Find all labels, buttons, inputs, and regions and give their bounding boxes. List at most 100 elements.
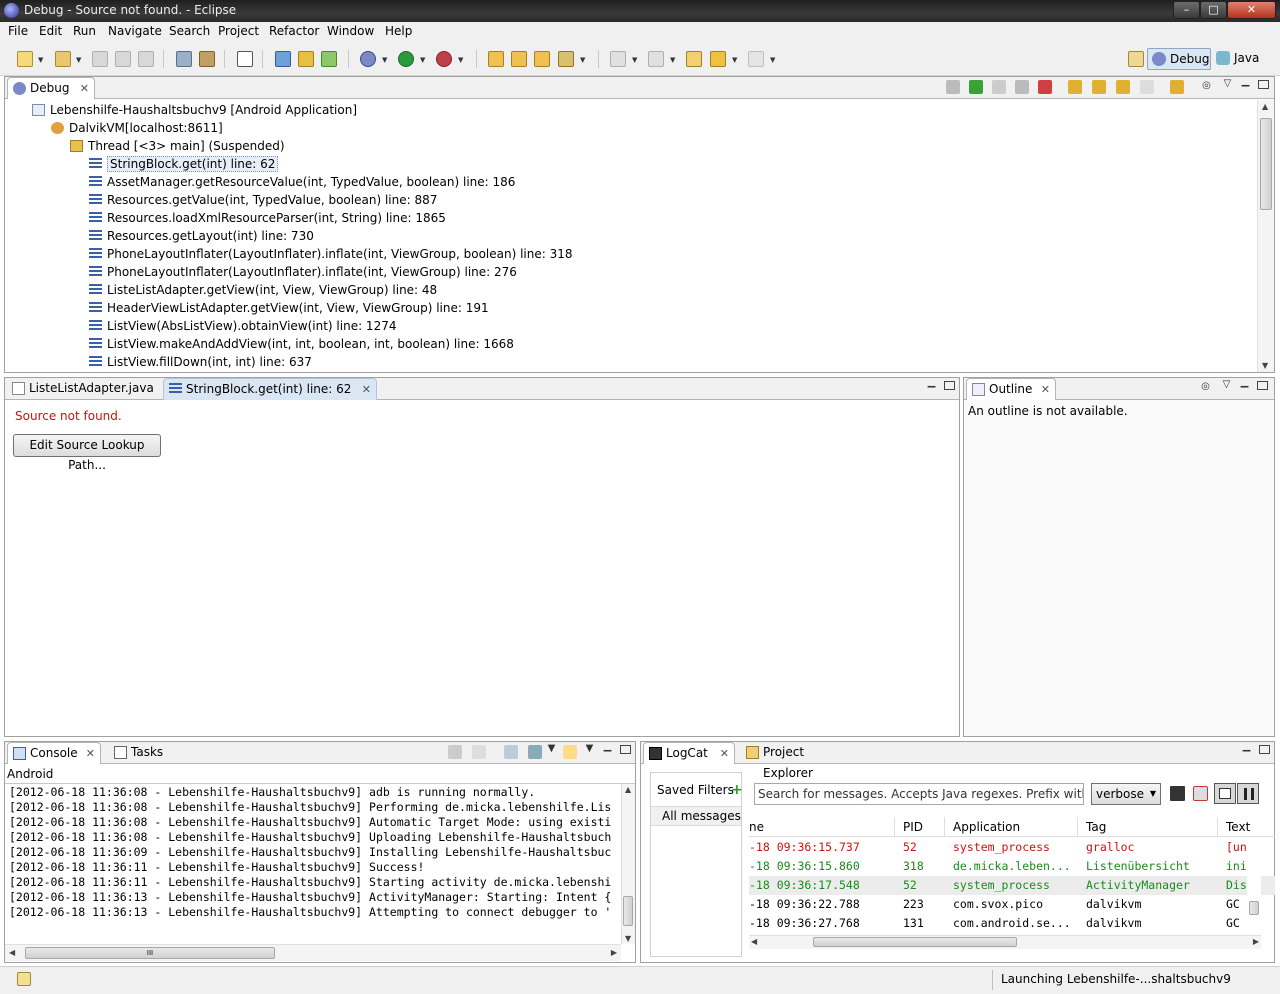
scroll-right-arrow-icon[interactable]: ▶ xyxy=(1253,937,1259,946)
save-icon[interactable] xyxy=(92,51,108,67)
scroll-left-arrow-icon[interactable]: ◀ xyxy=(9,948,15,957)
resume-icon[interactable] xyxy=(969,80,983,94)
menu-file[interactable]: File xyxy=(8,24,28,38)
clear-log-icon[interactable] xyxy=(1193,786,1208,801)
terminate-icon[interactable] xyxy=(1015,80,1029,94)
logcat-row[interactable]: -18 09:36:15.860 318 de.micka.leben... List… xyxy=(749,857,1275,876)
back-arrow-icon[interactable] xyxy=(710,51,726,67)
chevron-down-icon[interactable]: ▼ xyxy=(420,56,425,64)
clear-console-icon[interactable] xyxy=(448,745,462,759)
stack-frame[interactable]: ListeListAdapter.getView(int, View, View… xyxy=(89,281,437,299)
chevron-down-icon[interactable]: ▼ xyxy=(584,744,595,755)
close-icon[interactable]: ✕ xyxy=(80,78,89,99)
close-icon[interactable]: ✕ xyxy=(86,743,95,764)
previous-annotation-icon[interactable] xyxy=(648,51,664,67)
column-application[interactable]: Application xyxy=(953,817,1020,837)
new-package-icon[interactable] xyxy=(55,51,71,67)
scroll-up-arrow-icon[interactable]: ▲ xyxy=(625,785,631,794)
maximize-button[interactable]: □ xyxy=(1200,1,1227,19)
logcat-row[interactable]: -18 09:36:22.788 223 com.svox.pico dalvikvm… xyxy=(749,895,1275,914)
display-console-icon[interactable] xyxy=(528,745,542,759)
menu-help[interactable]: Help xyxy=(385,24,412,38)
perspective-java[interactable]: Java xyxy=(1212,48,1262,70)
tab-logcat[interactable]: LogCat ✕ xyxy=(643,742,735,764)
menu-search[interactable]: Search xyxy=(169,24,210,38)
tab-listelistadapter[interactable]: ListeListAdapter.java xyxy=(7,378,163,400)
junit-icon[interactable] xyxy=(298,51,314,67)
view-menu-icon[interactable]: ◎ xyxy=(1201,81,1212,92)
scroll-up-arrow-icon[interactable]: ▲ xyxy=(1262,102,1268,111)
scroll-lock-icon[interactable] xyxy=(472,745,486,759)
remove-terminated-icon[interactable] xyxy=(946,80,960,94)
chevron-down-icon[interactable]: ▼ xyxy=(382,56,387,64)
android-lint-icon[interactable] xyxy=(321,51,337,67)
fast-view-icon[interactable] xyxy=(17,972,31,986)
maximize-view-icon[interactable] xyxy=(620,745,631,754)
new-icon[interactable] xyxy=(17,51,33,67)
stack-frame[interactable]: StringBlock.get(int) line: 62 xyxy=(89,155,279,173)
edit-source-lookup-button[interactable]: Edit Source Lookup Path... xyxy=(13,434,161,472)
drop-to-frame-icon[interactable] xyxy=(1140,80,1154,94)
suspend-icon[interactable] xyxy=(992,80,1006,94)
scroll-right-arrow-icon[interactable]: ▶ xyxy=(611,948,617,957)
close-icon[interactable]: ✕ xyxy=(1041,379,1050,400)
scrollbar-thumb[interactable] xyxy=(1249,901,1259,915)
console-vertical-scrollbar[interactable]: ▲ ▼ xyxy=(621,784,635,944)
import-icon[interactable] xyxy=(176,51,192,67)
logcat-vertical-scrollbar[interactable] xyxy=(1247,837,1261,937)
chevron-down-icon[interactable]: ▼ xyxy=(546,744,557,755)
step-return-icon[interactable] xyxy=(1116,80,1130,94)
scroll-down-arrow-icon[interactable]: ▼ xyxy=(625,934,631,943)
menu-refactor[interactable]: Refactor xyxy=(269,24,319,38)
scrollbar-thumb[interactable]: III xyxy=(25,947,275,959)
stack-frame[interactable]: Resources.getLayout(int) line: 730 xyxy=(89,227,314,245)
menu-window[interactable]: Window xyxy=(327,24,374,38)
step-into-icon[interactable] xyxy=(1068,80,1082,94)
maximize-view-icon[interactable] xyxy=(1258,80,1269,89)
disconnect-icon[interactable] xyxy=(1038,80,1052,94)
tree-thread[interactable]: Thread [<3> main] (Suspended) xyxy=(70,137,285,155)
chevron-down-icon[interactable]: ▼ xyxy=(670,56,675,64)
debug-icon[interactable] xyxy=(360,51,376,67)
view-menu-icon[interactable]: ◎ xyxy=(1200,382,1211,393)
close-icon[interactable]: ✕ xyxy=(362,379,371,400)
minimize-view-icon[interactable]: ▁ xyxy=(1240,77,1251,88)
menu-run[interactable]: Run xyxy=(73,24,96,38)
external-tools-icon[interactable] xyxy=(436,51,452,67)
scroll-left-arrow-icon[interactable]: ◀ xyxy=(751,937,757,946)
stack-frame[interactable]: PhoneLayoutInflater(LayoutInflater).infl… xyxy=(89,245,573,263)
minimize-view-icon[interactable]: ▁ xyxy=(926,378,937,389)
logcat-row[interactable]: -18 09:36:27.768 131 com.android.se... dalv… xyxy=(749,914,1275,933)
maximize-view-icon[interactable] xyxy=(944,381,955,390)
minimize-view-icon[interactable]: ▁ xyxy=(1239,378,1250,389)
pause-scroll-button[interactable] xyxy=(1237,783,1259,804)
stack-frame[interactable]: Resources.getValue(int, TypedValue, bool… xyxy=(89,191,437,209)
forward-arrow-icon[interactable] xyxy=(748,51,764,67)
window-titlebar[interactable]: Debug - Source not found. - Eclipse – □ … xyxy=(0,0,1280,22)
step-over-icon[interactable] xyxy=(1092,80,1106,94)
close-icon[interactable]: ✕ xyxy=(720,743,729,764)
android-sdk-icon[interactable] xyxy=(275,51,291,67)
stack-frame[interactable]: PhoneLayoutInflater(LayoutInflater).infl… xyxy=(89,263,517,281)
checkbox-task-icon[interactable] xyxy=(237,51,253,67)
minimize-button[interactable]: – xyxy=(1173,1,1200,19)
minimize-view-icon[interactable]: ▁ xyxy=(1241,742,1252,753)
add-filter-icon[interactable]: + xyxy=(731,783,743,797)
save-log-icon[interactable] xyxy=(1170,786,1185,801)
logcat-horizontal-scrollbar[interactable]: ◀ ▶ xyxy=(749,935,1261,949)
scrollbar-thumb[interactable] xyxy=(1260,118,1272,210)
open-task-icon[interactable] xyxy=(534,51,550,67)
tab-debug[interactable]: Debug ✕ xyxy=(7,77,95,99)
column-pid[interactable]: PID xyxy=(903,817,923,837)
tree-launch[interactable]: Lebenshilfe-Haushaltsbuchv9 [Android App… xyxy=(32,101,357,119)
chevron-down-icon[interactable]: ▼ xyxy=(38,56,43,64)
search-icon[interactable] xyxy=(558,51,574,67)
perspective-debug[interactable]: Debug xyxy=(1147,48,1211,70)
chevron-down-icon[interactable]: ▼ xyxy=(76,56,81,64)
logcat-row[interactable]: -18 09:36:17.548 52 system_process Activity… xyxy=(749,876,1275,895)
column-text[interactable]: Text xyxy=(1226,817,1250,837)
log-level-select[interactable]: verbose ▼ xyxy=(1091,783,1161,805)
pin-console-icon[interactable] xyxy=(504,745,518,759)
print-icon[interactable] xyxy=(138,51,154,67)
chevron-down-icon[interactable]: ▼ xyxy=(580,56,585,64)
